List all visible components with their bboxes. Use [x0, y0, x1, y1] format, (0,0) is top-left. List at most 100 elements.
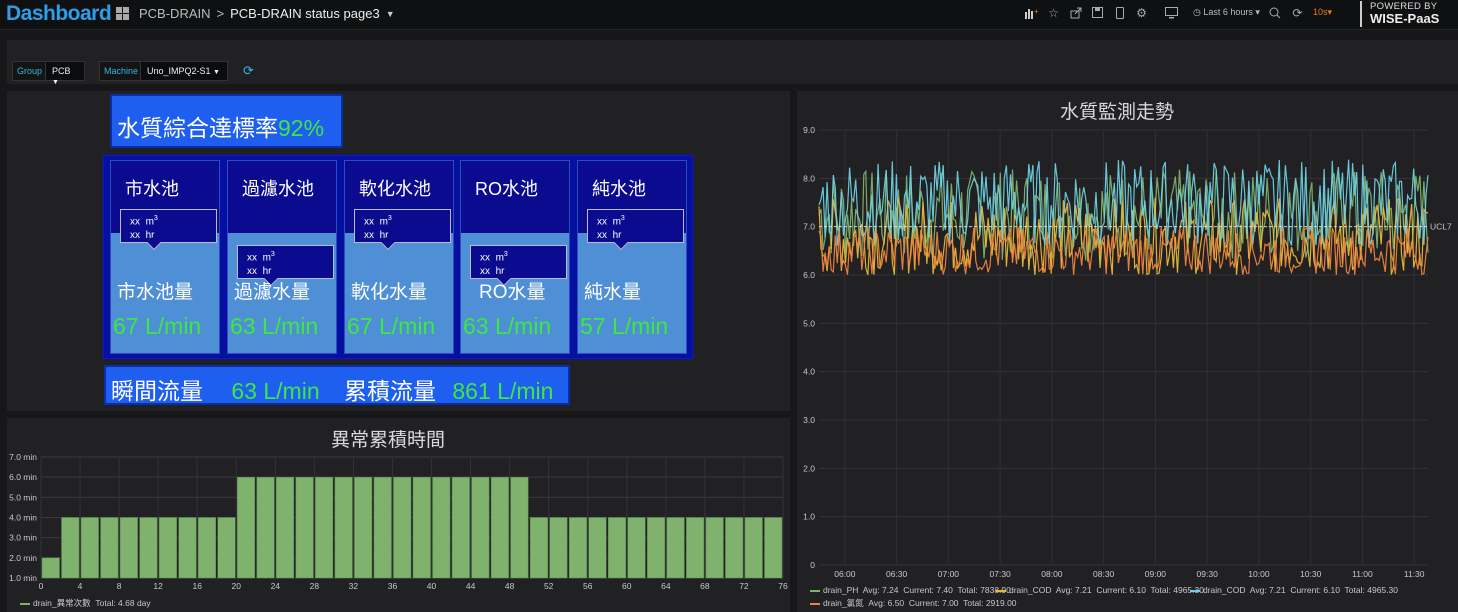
machine-variable-value: Uno_IMPQ2-S1 — [147, 66, 211, 76]
bar[interactable] — [705, 517, 724, 579]
pool-volume-label: RO水量 — [479, 282, 546, 303]
monitor-icon[interactable] — [1165, 6, 1178, 19]
settings-icon[interactable]: ⚙ — [1135, 6, 1148, 20]
mobile-icon[interactable] — [1113, 6, 1126, 19]
bar[interactable] — [490, 476, 509, 579]
x-tick-label: 07:00 — [938, 569, 960, 579]
breadcrumb-current[interactable]: PCB-DRAIN status page3 — [230, 6, 380, 21]
bar[interactable] — [764, 517, 783, 579]
machine-variable-label: Machine — [99, 61, 144, 81]
bar[interactable] — [373, 476, 392, 579]
dashboard-logo[interactable]: Dashboard — [6, 2, 112, 26]
group-variable-select[interactable]: PCB ▼ — [45, 61, 85, 86]
pool-capacity-callout: xx m3 xx hr — [587, 209, 684, 243]
bar[interactable] — [276, 476, 295, 579]
add-panel-icon[interactable]: + — [1025, 6, 1038, 19]
pool-volume-value: xx — [597, 216, 607, 228]
bar[interactable] — [119, 517, 138, 579]
dashboard-grid-icon[interactable] — [116, 7, 129, 20]
y-tick-label: 2.0 — [803, 463, 815, 473]
x-tick-label: 10:00 — [1248, 569, 1270, 579]
pool-4: RO水池 xx m3 xx hr RO水量 63 L/min — [460, 160, 570, 354]
refresh-variables-icon[interactable]: ⟳ — [243, 63, 254, 79]
x-tick-label: 11:30 — [1404, 569, 1425, 579]
group-variable-value: PCB — [52, 66, 71, 76]
bar[interactable] — [451, 476, 470, 579]
bar[interactable] — [315, 476, 334, 579]
brand-logo: POWERED BY WISE-PaaS — [1360, 1, 1439, 27]
bar[interactable] — [100, 517, 119, 579]
bar[interactable] — [80, 517, 99, 579]
bar[interactable] — [744, 517, 763, 579]
breadcrumb: PCB-DRAIN > PCB-DRAIN status page3 ▼ — [116, 6, 395, 21]
instant-flow-label: 瞬間流量 — [111, 378, 203, 404]
bar[interactable] — [197, 517, 216, 579]
pool-capacity-callout: xx m3 xx hr — [354, 209, 451, 243]
bar[interactable] — [256, 476, 275, 579]
top-navbar: Dashboard PCB-DRAIN > PCB-DRAIN status p… — [0, 0, 1458, 30]
bar[interactable] — [61, 517, 80, 579]
bar[interactable] — [393, 476, 412, 579]
x-tick-label: 09:30 — [1197, 569, 1219, 579]
bar[interactable] — [178, 517, 197, 579]
bar[interactable] — [627, 517, 646, 579]
bar[interactable] — [666, 517, 685, 579]
y-tick-label: 5.0 min — [9, 492, 37, 502]
chevron-down-icon[interactable]: ▼ — [386, 9, 395, 19]
zoom-out-icon[interactable] — [1269, 6, 1282, 19]
share-icon[interactable] — [1069, 6, 1082, 19]
legend-swatch — [20, 602, 30, 605]
bar[interactable] — [217, 517, 236, 579]
legend-avg-value: 6.50 — [887, 598, 905, 608]
pool-volume-unit: m — [145, 216, 154, 228]
bar[interactable] — [725, 517, 744, 579]
compliance-rate-value: 92% — [278, 115, 325, 141]
legend-total-value: 4965.30 — [1367, 585, 1398, 595]
bar[interactable] — [529, 517, 548, 579]
legend-series-name: drain_氯氮 — [823, 598, 864, 608]
x-tick-label: 48 — [505, 581, 515, 591]
bar[interactable] — [647, 517, 666, 579]
pool-volume-unit: m — [379, 216, 388, 228]
refresh-icon[interactable]: ⟳ — [1291, 6, 1304, 20]
bar[interactable] — [510, 476, 529, 579]
bar[interactable] — [41, 557, 60, 579]
pools-container: 市水池 xx m3 xx hr 市水池量 67 L/min 過濾水池 xx m3 xx hr 過… — [103, 155, 693, 359]
bar[interactable] — [237, 476, 256, 579]
legend-item[interactable]: drain_COD Avg: 7.21 Current: 6.10 Total:… — [996, 585, 1204, 595]
chevron-down-icon: ▼ — [213, 69, 220, 76]
bar[interactable] — [608, 517, 627, 579]
bar[interactable] — [549, 517, 568, 579]
legend-current-value: 7.00 — [941, 598, 959, 608]
bar[interactable] — [432, 476, 451, 579]
bar[interactable] — [568, 517, 587, 579]
bar[interactable] — [158, 517, 177, 579]
refresh-interval-picker[interactable]: 10s▾ — [1313, 7, 1332, 18]
machine-variable-select[interactable]: Uno_IMPQ2-S1 ▼ — [140, 61, 228, 81]
bar[interactable] — [139, 517, 158, 579]
pool-name: RO水池 — [475, 179, 538, 199]
bar[interactable] — [354, 476, 373, 579]
bar[interactable] — [588, 517, 607, 579]
x-tick-label: 32 — [349, 581, 359, 591]
star-icon[interactable]: ☆ — [1047, 6, 1060, 20]
bar[interactable] — [471, 476, 490, 579]
pool-time-value: xx — [130, 230, 140, 242]
pool-volume-unit: m — [612, 216, 621, 228]
bar[interactable] — [686, 517, 705, 579]
pool-time-unit: hr — [379, 230, 389, 242]
legend-item[interactable]: drain_PH Avg: 7.24 Current: 7.40 Total: … — [810, 585, 1011, 595]
pool-time-unit: hr — [262, 266, 272, 278]
x-tick-label: 52 — [544, 581, 554, 591]
time-range-picker[interactable]: ◷ Last 6 hours ▾ — [1193, 7, 1260, 18]
bar[interactable] — [334, 476, 353, 579]
breadcrumb-parent[interactable]: PCB-DRAIN — [139, 6, 211, 21]
bar[interactable] — [412, 476, 431, 579]
legend-item[interactable]: drain_COD Avg: 7.21 Current: 6.10 Total:… — [1190, 585, 1398, 595]
bar-chart-legend[interactable]: drain_異常次數 Total: 4.68 day — [20, 597, 151, 609]
save-icon[interactable] — [1091, 6, 1104, 19]
bar[interactable] — [295, 476, 314, 579]
brand-name: WISE-PaaS — [1370, 11, 1440, 26]
legend-item[interactable]: drain_氯氮 Avg: 6.50 Current: 7.00 Total: … — [810, 597, 1017, 609]
template-variables-bar: Group PCB ▼ Machine Uno_IMPQ2-S1 ▼ ⟳ — [7, 40, 1458, 86]
